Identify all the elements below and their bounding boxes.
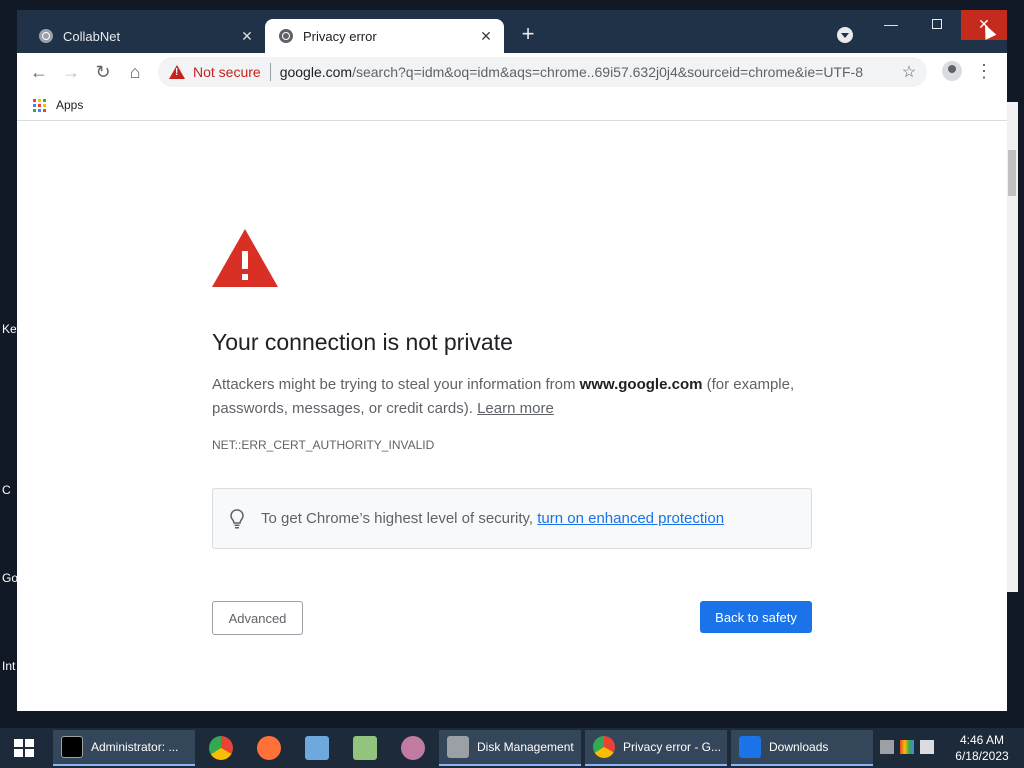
taskbar-item-disk-management[interactable]: Disk Management <box>439 730 581 766</box>
clock-date: 6/18/2023 <box>955 749 1009 763</box>
windows-start-icon[interactable] <box>14 739 34 757</box>
tab-title: Privacy error <box>303 28 377 44</box>
home-icon[interactable]: ⌂ <box>122 59 148 85</box>
taskbar-item-cmd[interactable]: Administrator: ... <box>53 730 195 766</box>
disk-icon <box>447 736 469 758</box>
chrome-icon <box>593 736 615 758</box>
warning-icon[interactable] <box>169 65 185 79</box>
clock-time: 4:46 AM <box>959 733 1005 747</box>
warning-triangle-icon <box>212 229 278 287</box>
more-options-icon[interactable]: ⋮ <box>975 60 993 82</box>
tip-text: To get Chrome’s highest level of securit… <box>261 510 724 527</box>
enhanced-protection-link[interactable]: turn on enhanced protection <box>537 510 724 527</box>
url-host: google.com <box>279 64 353 80</box>
chrome-icon[interactable] <box>209 736 233 760</box>
not-secure-label[interactable]: Not secure <box>193 64 261 80</box>
system-tray <box>880 740 934 756</box>
globe-icon <box>279 29 293 43</box>
desktop-icon-label[interactable]: Int <box>2 659 15 673</box>
bookmarks-bar: Apps <box>17 90 1007 121</box>
enhanced-protection-tip: To get Chrome’s highest level of securit… <box>212 488 812 549</box>
new-tab-button[interactable]: + <box>517 23 539 46</box>
tab-title: CollabNet <box>63 28 121 44</box>
paint-icon[interactable] <box>401 736 425 760</box>
taskbar-item-chrome[interactable]: Privacy error - G... <box>585 730 727 766</box>
close-tab-icon[interactable]: ✕ <box>235 28 259 45</box>
tab-collabnet[interactable]: CollabNet ✕ <box>25 19 265 53</box>
notepad-icon[interactable] <box>353 736 377 760</box>
back-arrow-icon[interactable]: ← <box>26 59 52 85</box>
maximize-button[interactable] <box>914 10 960 40</box>
globe-icon <box>39 29 53 43</box>
taskbar-item-downloads[interactable]: Downloads <box>731 730 873 766</box>
lightbulb-icon <box>230 508 244 528</box>
domain-name: www.google.com <box>579 376 703 393</box>
warning-description: Attackers might be trying to steal your … <box>212 373 812 421</box>
interstitial-page: Your connection is not private Attackers… <box>17 121 1007 711</box>
close-tab-icon[interactable]: ✕ <box>474 28 498 45</box>
app-icon[interactable] <box>305 736 329 760</box>
divider <box>269 63 271 81</box>
color-app-icon[interactable] <box>900 740 914 754</box>
tab-privacy-error[interactable]: Privacy error ✕ <box>265 19 504 53</box>
bookmark-star-icon[interactable]: ☆ <box>899 62 919 82</box>
taskbar-item-label: Administrator: ... <box>91 740 179 754</box>
background-window-scroll-thumb <box>1008 150 1016 196</box>
speaker-muted-icon[interactable] <box>920 740 934 754</box>
desktop-icon-label[interactable]: C <box>2 483 11 497</box>
desktop-icon-label[interactable]: Go <box>2 571 18 585</box>
url-text[interactable]: google.com/search?q=idm&oq=idm&aqs=chrom… <box>280 64 899 80</box>
download-arrow-icon <box>739 736 761 758</box>
back-to-safety-button[interactable]: Back to safety <box>700 601 812 633</box>
tab-search-icon[interactable] <box>837 27 853 43</box>
url-path: /search?q=idm&oq=idm&aqs=chrome..69i57.6… <box>352 64 863 80</box>
browser-window: CollabNet ✕ Privacy error ✕ + — ✕ ← → ↻ … <box>17 10 1007 711</box>
minimize-button[interactable]: — <box>868 10 914 40</box>
error-code: NET::ERR_CERT_AUTHORITY_INVALID <box>212 438 435 452</box>
firefox-icon[interactable] <box>257 736 281 760</box>
tip-message: To get Chrome’s highest level of securit… <box>261 510 538 527</box>
apps-bookmark[interactable]: Apps <box>56 98 83 112</box>
forward-arrow-icon[interactable]: → <box>58 59 84 85</box>
tab-strip: CollabNet ✕ Privacy error ✕ + — ✕ <box>17 10 1007 53</box>
maximize-icon <box>932 19 942 29</box>
learn-more-link[interactable]: Learn more <box>477 400 554 417</box>
taskbar: Administrator: ... Disk Management Priva… <box>0 728 1024 768</box>
page-title: Your connection is not private <box>212 329 513 355</box>
address-bar[interactable]: Not secure google.com/search?q=idm&oq=id… <box>158 57 927 87</box>
reload-icon[interactable]: ↻ <box>90 59 116 85</box>
advanced-button[interactable]: Advanced <box>212 601 303 635</box>
taskbar-item-label: Downloads <box>769 740 829 754</box>
apps-grid-icon[interactable] <box>33 98 46 112</box>
description-text: Attackers might be trying to steal your … <box>212 376 580 393</box>
profile-avatar-icon[interactable] <box>942 61 962 81</box>
taskbar-item-label: Privacy error - G... <box>623 740 722 754</box>
taskbar-item-label: Disk Management <box>477 740 574 754</box>
network-icon[interactable] <box>880 740 894 754</box>
taskbar-clock[interactable]: 4:46 AM 6/18/2023 <box>950 732 1014 764</box>
terminal-icon <box>61 736 83 758</box>
browser-toolbar: ← → ↻ ⌂ Not secure google.com/search?q=i… <box>17 53 1007 90</box>
